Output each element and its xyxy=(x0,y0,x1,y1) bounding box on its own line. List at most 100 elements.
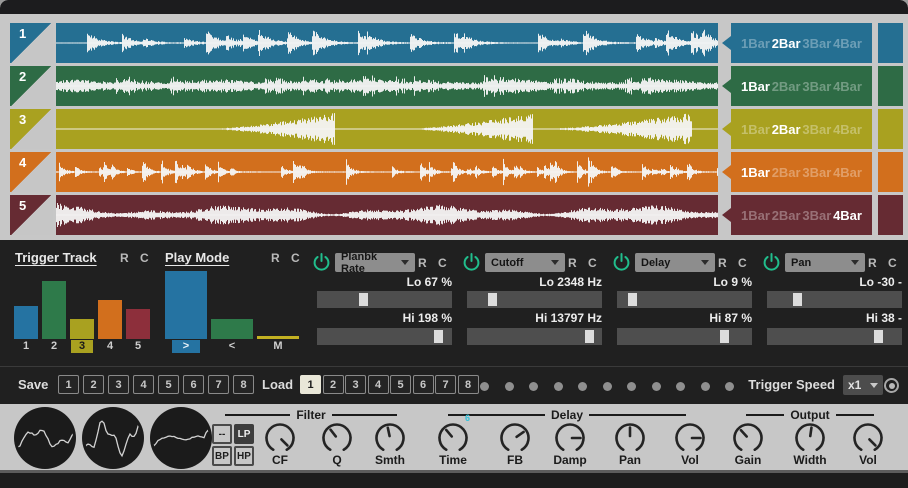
knob-vol[interactable] xyxy=(672,420,708,456)
bar-option[interactable]: 3Bar xyxy=(802,79,831,94)
bar-option[interactable]: 2Bar xyxy=(772,165,801,180)
pattern-dot[interactable] xyxy=(725,382,734,391)
bar-option[interactable]: 2Bar xyxy=(772,79,801,94)
filter-mode-button[interactable]: LP xyxy=(234,424,254,444)
play-mode-bar[interactable] xyxy=(211,319,253,339)
trigger-track-r-button[interactable]: R xyxy=(120,251,129,265)
bar-option[interactable]: 3Bar xyxy=(802,208,831,223)
mod-c-button[interactable]: C xyxy=(888,256,897,270)
trigger-label[interactable]: 4 xyxy=(99,340,121,353)
track-level-strip[interactable] xyxy=(878,109,903,149)
mod-c-button[interactable]: C xyxy=(588,256,597,270)
pattern-dot[interactable] xyxy=(480,382,489,391)
save-slot-button[interactable]: 7 xyxy=(208,375,229,394)
bar-option[interactable]: 4Bar xyxy=(833,79,862,94)
trigger-label[interactable]: 1 xyxy=(15,340,37,353)
trigger-speed-select[interactable]: x1 xyxy=(843,375,883,395)
bar-option[interactable]: 2Bar xyxy=(772,122,801,137)
mod-r-button[interactable]: R xyxy=(868,256,877,270)
knob-q[interactable] xyxy=(319,420,355,456)
filter-mode-button[interactable]: BP xyxy=(212,446,232,466)
track-number-cell[interactable]: 1 xyxy=(10,23,53,63)
track-number-cell[interactable]: 4 xyxy=(10,152,53,192)
filter-mode-button[interactable]: HP xyxy=(234,446,254,466)
save-slot-button[interactable]: 2 xyxy=(83,375,104,394)
bar-option[interactable]: 1Bar xyxy=(741,208,770,223)
bar-option[interactable]: 3Bar xyxy=(802,122,831,137)
save-slot-button[interactable]: 5 xyxy=(158,375,179,394)
bar-option[interactable]: 4Bar xyxy=(833,165,862,180)
pattern-dot[interactable] xyxy=(701,382,710,391)
save-slot-button[interactable]: 8 xyxy=(233,375,254,394)
bar-option[interactable]: 2Bar xyxy=(772,36,801,51)
trigger-bar[interactable] xyxy=(126,309,150,339)
bar-option[interactable]: 2Bar xyxy=(772,208,801,223)
bar-option[interactable]: 1Bar xyxy=(741,122,770,137)
knob-gain[interactable] xyxy=(730,420,766,456)
knob-cf[interactable] xyxy=(262,420,298,456)
bar-option[interactable]: 4Bar xyxy=(833,36,862,51)
pattern-dot[interactable] xyxy=(529,382,538,391)
pattern-dot[interactable] xyxy=(578,382,587,391)
save-slot-button[interactable]: 6 xyxy=(183,375,204,394)
load-slot-button[interactable]: 5 xyxy=(390,375,411,394)
mod-r-button[interactable]: R xyxy=(568,256,577,270)
play-mode-c-button[interactable]: C xyxy=(291,251,300,265)
power-icon[interactable] xyxy=(312,252,331,271)
save-slot-button[interactable]: 3 xyxy=(108,375,129,394)
load-slot-button[interactable]: 7 xyxy=(435,375,456,394)
param-select[interactable]: Cutoff xyxy=(485,253,565,272)
track-level-strip[interactable] xyxy=(878,195,903,235)
toggle-radio-button[interactable] xyxy=(884,378,899,393)
mod-r-button[interactable]: R xyxy=(418,256,427,270)
load-slot-button[interactable]: 3 xyxy=(345,375,366,394)
slider-handle[interactable] xyxy=(585,330,594,343)
save-slot-button[interactable]: 4 xyxy=(133,375,154,394)
bar-option[interactable]: 1Bar xyxy=(741,36,770,51)
load-slot-button[interactable]: 2 xyxy=(323,375,344,394)
pattern-dot[interactable] xyxy=(652,382,661,391)
power-icon[interactable] xyxy=(762,252,781,271)
knob-pan[interactable] xyxy=(612,420,648,456)
slider-handle[interactable] xyxy=(628,293,637,306)
pattern-dot[interactable] xyxy=(554,382,563,391)
mod-r-button[interactable]: R xyxy=(718,256,727,270)
trigger-track-c-button[interactable]: C xyxy=(140,251,149,265)
pattern-dot[interactable] xyxy=(676,382,685,391)
play-mode-r-button[interactable]: R xyxy=(271,251,280,265)
hi-slider[interactable] xyxy=(617,328,752,345)
track-number-cell[interactable]: 5 xyxy=(10,195,53,235)
hi-slider[interactable] xyxy=(317,328,452,345)
bar-option[interactable]: 4Bar xyxy=(833,208,862,223)
save-slot-button[interactable]: 1 xyxy=(58,375,79,394)
track-level-strip[interactable] xyxy=(878,152,903,192)
slider-handle[interactable] xyxy=(434,330,443,343)
param-select[interactable]: Delay xyxy=(635,253,715,272)
load-slot-button[interactable]: 4 xyxy=(368,375,389,394)
power-icon[interactable] xyxy=(612,252,631,271)
hi-slider[interactable] xyxy=(767,328,902,345)
slider-handle[interactable] xyxy=(720,330,729,343)
track-level-strip[interactable] xyxy=(878,66,903,106)
lo-slider[interactable] xyxy=(767,291,902,308)
knob-width[interactable] xyxy=(792,420,828,456)
mod-c-button[interactable]: C xyxy=(738,256,747,270)
bar-option[interactable]: 3Bar xyxy=(802,36,831,51)
trigger-bar[interactable] xyxy=(14,306,38,339)
trigger-label[interactable]: 5 xyxy=(127,340,149,353)
trigger-bar[interactable] xyxy=(70,319,94,339)
pattern-dot[interactable] xyxy=(603,382,612,391)
play-mode-bar[interactable] xyxy=(257,336,299,339)
bar-option[interactable]: 1Bar xyxy=(741,79,770,94)
slider-handle[interactable] xyxy=(793,293,802,306)
lo-slider[interactable] xyxy=(467,291,602,308)
load-slot-button[interactable]: 8 xyxy=(458,375,479,394)
trigger-label[interactable]: 2 xyxy=(43,340,65,353)
track-level-strip[interactable] xyxy=(878,23,903,63)
power-icon[interactable] xyxy=(462,252,481,271)
pattern-dot[interactable] xyxy=(505,382,514,391)
knob-fb[interactable] xyxy=(497,420,533,456)
trigger-label[interactable]: 3 xyxy=(71,340,93,353)
knob-damp[interactable] xyxy=(552,420,588,456)
knob-time[interactable] xyxy=(435,420,471,456)
